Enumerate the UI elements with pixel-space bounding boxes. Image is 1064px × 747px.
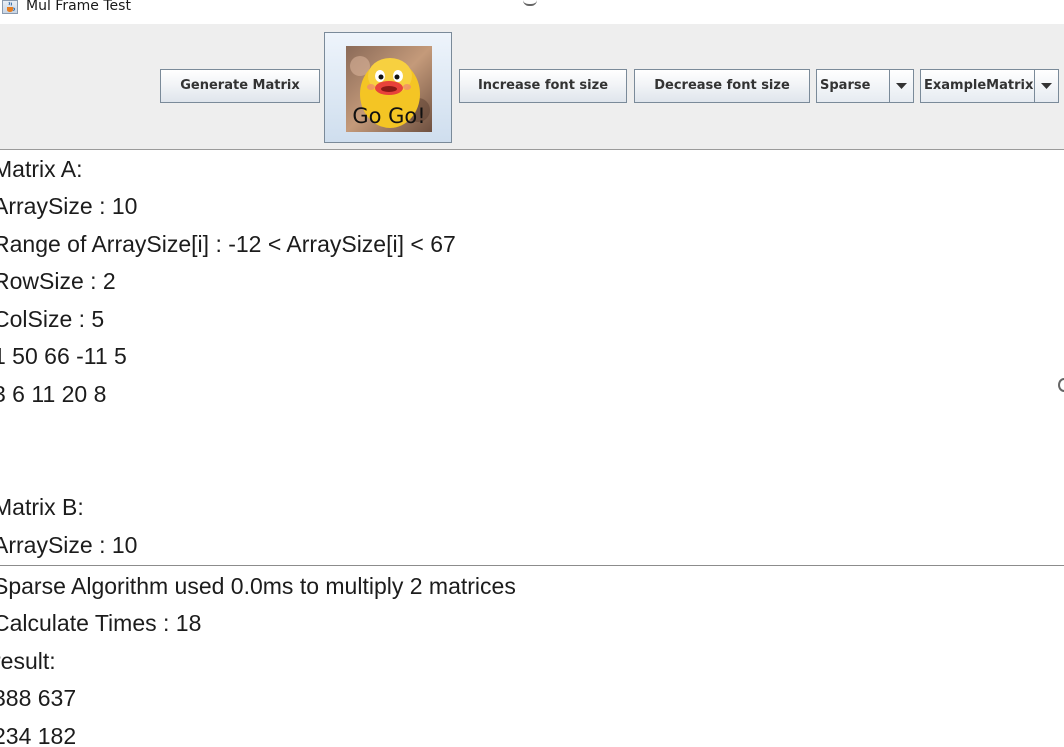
app-window: Mul Frame Test Generate Matrix Go Go! In… bbox=[0, 0, 1064, 747]
text-line: Matrix B: bbox=[0, 494, 84, 520]
matrix-select-value: ExampleMatrix bbox=[924, 78, 1034, 93]
title-bar-decoration bbox=[523, 0, 537, 6]
text-line: RowSize : 2 bbox=[0, 268, 116, 294]
caret-down-icon[interactable] bbox=[1034, 70, 1058, 102]
text-line: Sparse Algorithm used 0.0ms to multiply … bbox=[0, 573, 516, 599]
algorithm-select-value: Sparse bbox=[820, 78, 871, 93]
text-line: 234 182 bbox=[0, 723, 77, 747]
text-line: result: bbox=[0, 648, 56, 674]
matrix-input-text-area[interactable]: Matrix A: ArraySize : 10 Range of ArrayS… bbox=[0, 150, 1064, 564]
text-line: ColSize : 5 bbox=[0, 306, 105, 332]
text-line: Range of ArraySize[i] : -12 < ArraySize[… bbox=[0, 231, 456, 257]
duck-image: Go Go! bbox=[346, 46, 432, 132]
text-line: Matrix A: bbox=[0, 156, 83, 182]
text-line: 1 50 66 -11 5 bbox=[0, 343, 127, 369]
cursor-indicator-icon bbox=[1058, 378, 1064, 392]
text-line: ArraySize : 10 bbox=[0, 532, 138, 558]
caret-down-icon[interactable] bbox=[889, 70, 913, 102]
increase-font-size-button[interactable]: Increase font size bbox=[459, 69, 627, 103]
decrease-font-size-button[interactable]: Decrease font size bbox=[634, 69, 810, 103]
text-line: ArraySize : 10 bbox=[0, 193, 138, 219]
go-button-label: Go Go! bbox=[352, 104, 426, 128]
title-bar[interactable]: Mul Frame Test bbox=[0, 0, 1064, 24]
text-line: 388 637 bbox=[0, 685, 77, 711]
generate-matrix-button[interactable]: Generate Matrix bbox=[160, 69, 320, 103]
toolbar: Generate Matrix Go Go! Increase font siz… bbox=[0, 24, 1064, 150]
text-line: Calculate Times : 18 bbox=[0, 610, 202, 636]
text-line: 3 6 11 20 8 bbox=[0, 381, 107, 407]
result-text-area[interactable]: Sparse Algorithm used 0.0ms to multiply … bbox=[0, 565, 1064, 747]
algorithm-select[interactable]: Sparse bbox=[816, 69, 914, 103]
java-cup-icon bbox=[2, 0, 18, 14]
matrix-select[interactable]: ExampleMatrix bbox=[920, 69, 1059, 103]
window-title: Mul Frame Test bbox=[26, 0, 131, 14]
go-button[interactable]: Go Go! bbox=[324, 32, 452, 143]
